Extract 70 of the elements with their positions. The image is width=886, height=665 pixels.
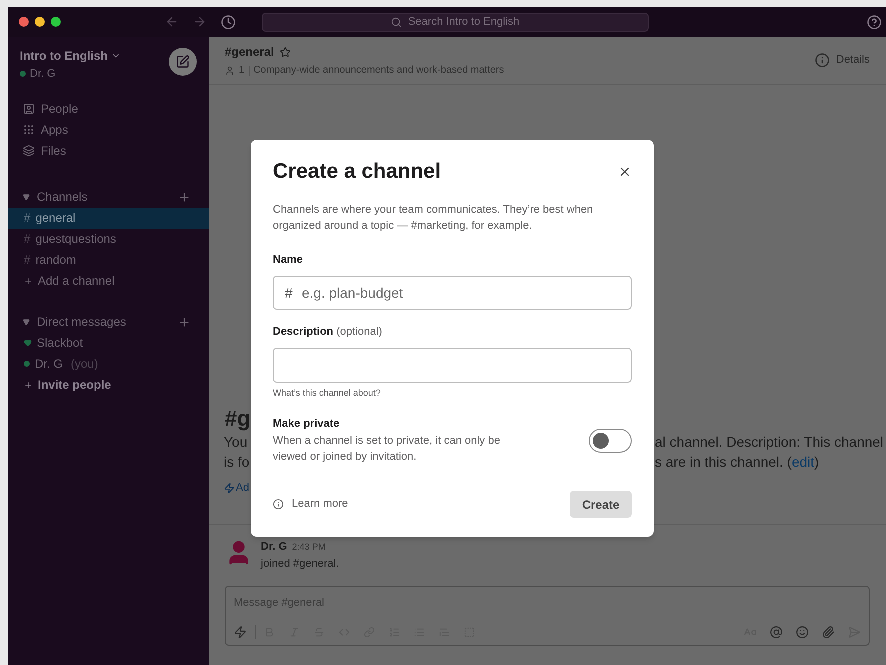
message-time[interactable]: 2:43 PM xyxy=(292,541,326,554)
private-label: Make private xyxy=(273,417,341,432)
channel-item[interactable]: # general xyxy=(8,208,209,228)
history-icon[interactable] xyxy=(221,14,236,30)
compose-icon xyxy=(176,55,190,69)
forward-icon[interactable] xyxy=(193,15,207,29)
compose-button[interactable] xyxy=(169,48,197,76)
name-label: Name xyxy=(273,252,304,268)
user-name: Dr. G xyxy=(30,67,56,82)
dialog-description: Channels are where your team communicates. They’re best when organized around a topic — #marketing, for example. xyxy=(273,202,594,234)
nav-item[interactable]: Files xyxy=(8,140,209,162)
mention-icon[interactable] xyxy=(770,626,783,638)
message-author[interactable]: Dr. G xyxy=(261,539,288,556)
maximize-window-icon[interactable] xyxy=(51,17,61,27)
description-label: Description (optional) xyxy=(273,325,384,340)
info-icon xyxy=(815,53,830,68)
create-button[interactable]: Create xyxy=(570,491,632,518)
help-icon[interactable] xyxy=(867,14,882,30)
grid-icon xyxy=(23,124,35,136)
collapse-icon[interactable] xyxy=(23,194,30,200)
add-channel-link[interactable]: Add a channel xyxy=(8,270,209,292)
channel-title: #general xyxy=(225,44,274,61)
add-icon[interactable] xyxy=(178,190,191,204)
search-field[interactable]: Search Intro to English xyxy=(262,12,649,32)
shortcuts-icon[interactable] xyxy=(234,626,247,638)
back-icon[interactable] xyxy=(165,15,179,29)
star-icon[interactable] xyxy=(280,46,292,58)
message-text: joined #general. xyxy=(261,556,340,572)
private-description: When a channel is set to private, it can only be viewed or joined by invitation. xyxy=(273,434,502,465)
intro-text: You xyxy=(224,433,248,452)
nav-item[interactable]: People xyxy=(8,98,209,120)
member-icon xyxy=(225,66,235,76)
collapse-icon[interactable] xyxy=(23,318,30,326)
dialog-title: Create a channel xyxy=(273,159,442,185)
details-button[interactable]: Details xyxy=(815,52,870,69)
private-toggle[interactable] xyxy=(589,428,632,453)
dm-item[interactable]: Dr. G (you) xyxy=(8,354,209,374)
emoji-icon[interactable] xyxy=(796,626,809,638)
channel-item[interactable]: # guestquestions xyxy=(8,228,209,250)
intro-heading: #g xyxy=(225,406,251,432)
minimize-window-icon[interactable] xyxy=(35,17,45,27)
intro-text: al channel. Description: This channel xyxy=(655,433,884,452)
nav-item[interactable]: Apps xyxy=(8,120,209,140)
contact-icon xyxy=(23,103,35,115)
section-title[interactable]: Channels xyxy=(37,188,88,206)
lightning-icon xyxy=(224,482,235,494)
intro-text: s are in this channel. (edit) xyxy=(655,453,820,472)
channel-topic: Company-wide announcements and work-based matters xyxy=(254,64,504,78)
layers-icon xyxy=(23,145,35,157)
section-title[interactable]: Direct messages xyxy=(37,313,126,331)
member-count[interactable]: 1 xyxy=(239,63,245,78)
info-icon xyxy=(273,499,284,510)
description-field[interactable] xyxy=(273,348,632,382)
channel-item[interactable]: # random xyxy=(8,250,209,270)
learn-more-link[interactable]: Learn more xyxy=(273,496,348,513)
heart-icon xyxy=(24,339,32,347)
edit-link[interactable]: edit xyxy=(792,454,815,470)
add-icon[interactable] xyxy=(178,316,191,328)
close-window-icon[interactable] xyxy=(19,17,29,27)
invite-people-link[interactable]: Invite people xyxy=(8,374,209,396)
plus-icon xyxy=(24,276,33,286)
search-icon xyxy=(391,16,402,28)
dm-item[interactable]: Slackbot xyxy=(8,332,209,354)
description-hint: What’s this channel about? xyxy=(273,386,382,400)
intro-text: is fo xyxy=(224,453,250,472)
intro-text[interactable]: Ad xyxy=(236,478,250,498)
workspace-name[interactable]: Intro to English xyxy=(20,47,108,65)
plus-icon xyxy=(24,380,33,390)
attachment-icon[interactable] xyxy=(822,626,835,638)
channel-prefix: # xyxy=(285,284,293,302)
